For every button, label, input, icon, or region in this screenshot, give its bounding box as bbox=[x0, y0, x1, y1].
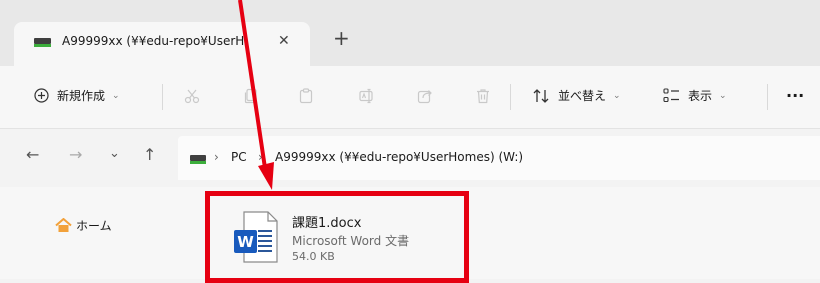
sort-button[interactable]: 並べ替え ⌄ bbox=[532, 87, 621, 104]
file-type: Microsoft Word 文書 bbox=[292, 234, 410, 248]
view-button[interactable]: 表示 ⌄ bbox=[663, 87, 727, 104]
back-icon[interactable]: ← bbox=[26, 147, 39, 163]
copy-icon[interactable] bbox=[243, 88, 259, 104]
cut-icon[interactable] bbox=[184, 88, 200, 104]
recent-locations-icon[interactable]: ⌄ bbox=[109, 146, 120, 162]
file-item[interactable]: W 課題1.docx Microsoft Word 文書 54.0 KB bbox=[228, 203, 460, 275]
file-name: 課題1.docx bbox=[292, 216, 362, 231]
network-drive-icon bbox=[34, 38, 51, 47]
plus-circle-icon bbox=[34, 88, 49, 103]
address-bar[interactable]: › PC › A99999xx (¥¥edu-repo¥UserHomes) (… bbox=[178, 136, 820, 180]
view-button-label: 表示 bbox=[688, 89, 713, 103]
network-drive-icon bbox=[190, 155, 206, 164]
chevron-down-icon: ⌄ bbox=[719, 90, 727, 101]
content-area: ホーム W 課題1.docx Microsoft Word 文書 54.0 KB bbox=[0, 187, 820, 279]
tab-title: A99999xx (¥¥edu-repo¥UserH bbox=[62, 34, 245, 48]
rename-icon[interactable] bbox=[359, 88, 375, 104]
svg-text:W: W bbox=[237, 233, 254, 251]
file-size: 54.0 KB bbox=[292, 250, 335, 263]
delete-icon[interactable] bbox=[475, 88, 491, 104]
breadcrumb-pc[interactable]: PC bbox=[231, 150, 247, 164]
toolbar-divider bbox=[510, 84, 511, 110]
forward-icon[interactable]: → bbox=[69, 147, 82, 163]
tab-strip: A99999xx (¥¥edu-repo¥UserH ✕ + bbox=[0, 0, 820, 66]
new-button-label: 新規作成 bbox=[57, 89, 106, 103]
toolbar-divider bbox=[767, 84, 768, 110]
tab-active[interactable]: A99999xx (¥¥edu-repo¥UserH ✕ bbox=[14, 22, 310, 66]
new-button[interactable]: 新規作成 ⌄ bbox=[34, 87, 120, 104]
view-icon bbox=[663, 88, 679, 103]
share-icon[interactable] bbox=[417, 88, 433, 104]
sort-icon bbox=[533, 88, 549, 103]
nav-pane-home[interactable]: ホーム bbox=[55, 217, 112, 234]
close-tab-icon[interactable]: ✕ bbox=[278, 33, 290, 49]
chevron-down-icon: ⌄ bbox=[112, 90, 120, 101]
new-tab-icon[interactable]: + bbox=[333, 28, 350, 48]
breadcrumb-separator: › bbox=[258, 150, 263, 164]
up-icon[interactable]: ↑ bbox=[143, 147, 156, 163]
address-row: ← → ⌄ ↑ › PC › A99999xx (¥¥edu-repo¥User… bbox=[0, 129, 820, 187]
word-document-icon: W bbox=[234, 211, 278, 263]
more-icon[interactable]: ··· bbox=[786, 86, 804, 105]
home-label: ホーム bbox=[76, 219, 112, 233]
sort-button-label: 並べ替え bbox=[558, 89, 607, 103]
paste-icon[interactable] bbox=[298, 88, 314, 104]
breadcrumb-drive[interactable]: A99999xx (¥¥edu-repo¥UserHomes) (W:) bbox=[275, 150, 523, 164]
command-bar: 新規作成 ⌄ 並べ替え ⌄ 表示 ⌄ ··· bbox=[0, 66, 820, 129]
chevron-down-icon: ⌄ bbox=[613, 90, 621, 101]
toolbar-divider bbox=[162, 84, 163, 110]
home-icon bbox=[55, 218, 72, 232]
breadcrumb-separator: › bbox=[214, 150, 219, 164]
